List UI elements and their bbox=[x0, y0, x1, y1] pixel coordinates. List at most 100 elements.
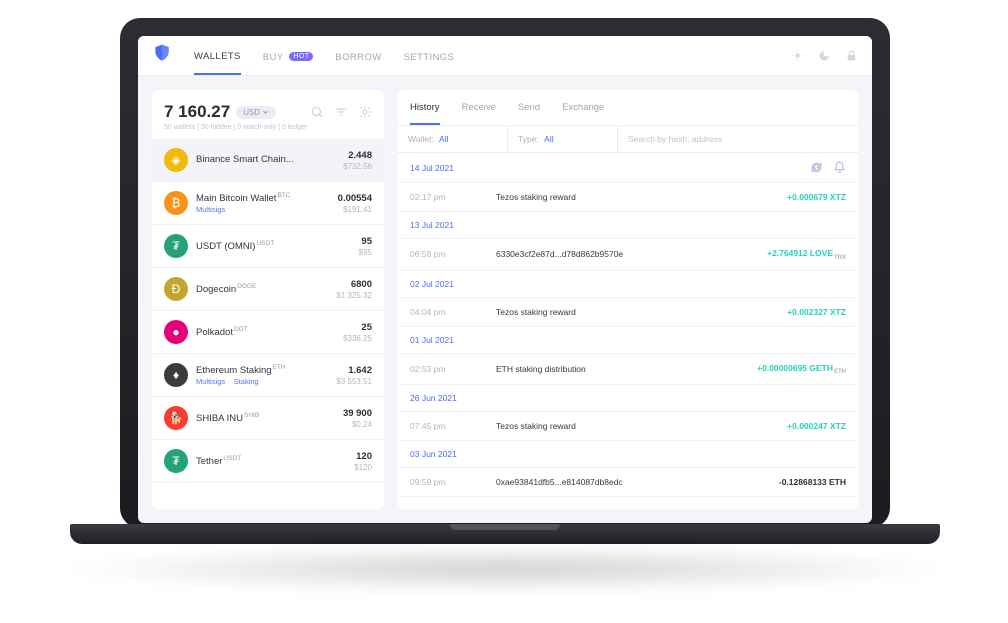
tx-amount: +0.00000695 GETHETH bbox=[757, 363, 846, 376]
wallet-name: DogecoinDOGE bbox=[196, 283, 256, 296]
wallet-name: SHIBA INUSHIB bbox=[196, 412, 259, 425]
tx-row[interactable]: 07:45 pmTezos staking reward+0.000247 XT… bbox=[398, 412, 858, 441]
lock-icon[interactable] bbox=[845, 49, 858, 62]
tx-date-header: 03 Jun 2021 bbox=[398, 441, 858, 468]
gear-icon[interactable] bbox=[358, 105, 372, 119]
wallet-row[interactable]: ₮USDT (OMNI)USDT95$95 bbox=[152, 225, 384, 268]
tx-date-header: 01 Jul 2021 bbox=[398, 327, 858, 354]
coin-icon: ● bbox=[164, 320, 188, 344]
tx-amount: +0.000679 XTZ bbox=[787, 192, 846, 202]
tx-time: 09:59 pm bbox=[410, 477, 496, 487]
tx-amount: +2.764912 LOVETRX bbox=[767, 248, 846, 261]
wallet-name: TetherUSDT bbox=[196, 455, 241, 468]
wallet-info: DogecoinDOGE bbox=[196, 283, 256, 296]
tx-amount: +0.002327 XTZ bbox=[787, 307, 846, 317]
chevron-down-icon bbox=[262, 109, 269, 116]
wallet-amount: 0.00554$191.41 bbox=[338, 193, 372, 214]
tx-row[interactable]: 04:04 pmTezos staking reward+0.002327 XT… bbox=[398, 298, 858, 327]
coin-icon: ₮ bbox=[164, 234, 188, 258]
tx-time: 02:53 pm bbox=[410, 364, 496, 374]
wallet-meta: Multisigs·Staking bbox=[196, 377, 286, 386]
wallet-amount: 25$336.25 bbox=[343, 322, 372, 343]
wallet-tag: USDT bbox=[223, 455, 241, 462]
filter-type-value: All bbox=[544, 134, 553, 144]
wallet-info: Binance Smart Chain... bbox=[196, 154, 294, 165]
sun-icon[interactable] bbox=[791, 49, 804, 62]
bell-icon[interactable] bbox=[833, 161, 846, 174]
tx-row[interactable]: 02:17 pmTezos staking reward +0.000679 XT… bbox=[398, 183, 858, 212]
nav-wallets[interactable]: WALLETS bbox=[194, 37, 241, 75]
wallet-info: Main Bitcoin WalletBTCMultisigs bbox=[196, 192, 290, 215]
tab-send[interactable]: Send bbox=[518, 90, 540, 125]
filter-type[interactable]: Type: All bbox=[508, 126, 618, 152]
tx-date-header: 13 Jul 2021 bbox=[398, 212, 858, 239]
wallet-meta: Multisigs bbox=[196, 205, 290, 214]
filter-icon[interactable] bbox=[334, 105, 348, 119]
filter-wallet-value: All bbox=[439, 134, 448, 144]
search-input[interactable] bbox=[628, 134, 848, 144]
nav-settings[interactable]: SETTINGS bbox=[404, 38, 455, 74]
wallet-row[interactable]: ₮ TetherUSDT 120$120 bbox=[152, 440, 384, 483]
tx-date-header: 26 Jun 2021 bbox=[398, 385, 858, 412]
tx-row[interactable]: 06:58 pm6330e3cf2e87d...d78d862b9570e +2.… bbox=[398, 239, 858, 271]
tx-date-label: 02 Jul 2021 bbox=[410, 279, 454, 289]
wallet-amount: 6800$1 325.32 bbox=[336, 279, 372, 300]
wallet-amount: 1.642$3 553.51 bbox=[336, 365, 372, 386]
hot-badge: HOT bbox=[289, 52, 313, 61]
currency-selector[interactable]: USD bbox=[236, 106, 276, 119]
wallet-tag: SHIB bbox=[244, 412, 259, 419]
tab-receive[interactable]: Receive bbox=[462, 90, 496, 125]
balance-meta: 50 wallets | 30 hidden | 0 watch only | … bbox=[152, 124, 384, 139]
coin-icon: Ð bbox=[164, 277, 188, 301]
tx-desc: 0xae93841dfb5...e814087db8edc bbox=[496, 477, 623, 487]
wallet-amount: 120$120 bbox=[354, 451, 372, 472]
coin-icon: ₮ bbox=[164, 449, 188, 473]
wallet-row[interactable]: 🐕SHIBA INUSHIB39 900$0.24 bbox=[152, 397, 384, 440]
wallet-tag: BTC bbox=[277, 192, 290, 199]
wallet-row[interactable]: Ð DogecoinDOGE 6800$1 325.32 bbox=[152, 268, 384, 311]
tx-desc: Tezos staking reward bbox=[496, 421, 576, 431]
coin-icon: 🐕 bbox=[164, 406, 188, 430]
wallet-tag: ETH bbox=[273, 364, 286, 371]
total-balance: 7 160.27 bbox=[164, 102, 230, 122]
moon-icon[interactable] bbox=[818, 49, 831, 62]
tx-date-header: 02 Jul 2021 bbox=[398, 271, 858, 298]
tab-history[interactable]: History bbox=[410, 90, 440, 125]
wallet-name: Binance Smart Chain... bbox=[196, 154, 294, 165]
search-icon[interactable] bbox=[310, 105, 324, 119]
tx-desc: ETH staking distribution bbox=[496, 364, 586, 374]
filter-type-label: Type: bbox=[518, 134, 539, 144]
transactions-panel: History Receive Send Exchange Wallet: Al… bbox=[398, 90, 858, 509]
wallet-info: Ethereum StakingETHMultisigs·Staking bbox=[196, 364, 286, 387]
wallet-info: USDT (OMNI)USDT bbox=[196, 240, 274, 253]
tx-desc: 6330e3cf2e87d...d78d862b9570e bbox=[496, 249, 623, 259]
refresh-icon[interactable] bbox=[810, 161, 823, 174]
wallet-info: SHIBA INUSHIB bbox=[196, 412, 259, 425]
tx-time: 02:17 pm bbox=[410, 192, 496, 202]
app-logo bbox=[152, 43, 172, 68]
tab-exchange[interactable]: Exchange bbox=[562, 90, 604, 125]
coin-icon: ♦ bbox=[164, 363, 188, 387]
tx-row[interactable]: 09:59 pm0xae93841dfb5...e814087db8edc-0.… bbox=[398, 468, 858, 497]
nav-buy-label: BUY bbox=[263, 52, 284, 63]
tx-desc: Tezos staking reward bbox=[496, 192, 576, 202]
tx-time: 06:58 pm bbox=[410, 249, 496, 259]
wallet-name: PolkadotDOT bbox=[196, 326, 248, 339]
tx-row[interactable]: 02:53 pmETH staking distribution +0.00000… bbox=[398, 354, 858, 386]
wallets-panel: 7 160.27 USD 50 wallets | 30 hidden | 0 … bbox=[152, 90, 384, 509]
wallet-row[interactable]: ◈Binance Smart Chain...2.448$732.56 bbox=[152, 139, 384, 182]
tx-date-label: 13 Jul 2021 bbox=[410, 220, 454, 230]
filter-wallet[interactable]: Wallet: All bbox=[398, 126, 508, 152]
tx-time: 07:45 pm bbox=[410, 421, 496, 431]
wallet-tag: DOT bbox=[234, 326, 248, 333]
nav-borrow[interactable]: BORROW bbox=[335, 38, 381, 74]
nav-buy[interactable]: BUY HOT bbox=[263, 38, 314, 74]
tx-date-header: 14 Jul 2021 bbox=[398, 153, 858, 183]
wallet-row[interactable]: ₿Main Bitcoin WalletBTCMultisigs0.00554$… bbox=[152, 182, 384, 225]
wallet-row[interactable]: ♦Ethereum StakingETHMultisigs·Staking1.6… bbox=[152, 354, 384, 397]
currency-label: USD bbox=[243, 108, 260, 117]
wallet-amount: 2.448$732.56 bbox=[343, 150, 372, 171]
tx-date-label: 26 Jun 2021 bbox=[410, 393, 457, 403]
wallet-row[interactable]: ● PolkadotDOT 25$336.25 bbox=[152, 311, 384, 354]
tx-date-label: 03 Jun 2021 bbox=[410, 449, 457, 459]
